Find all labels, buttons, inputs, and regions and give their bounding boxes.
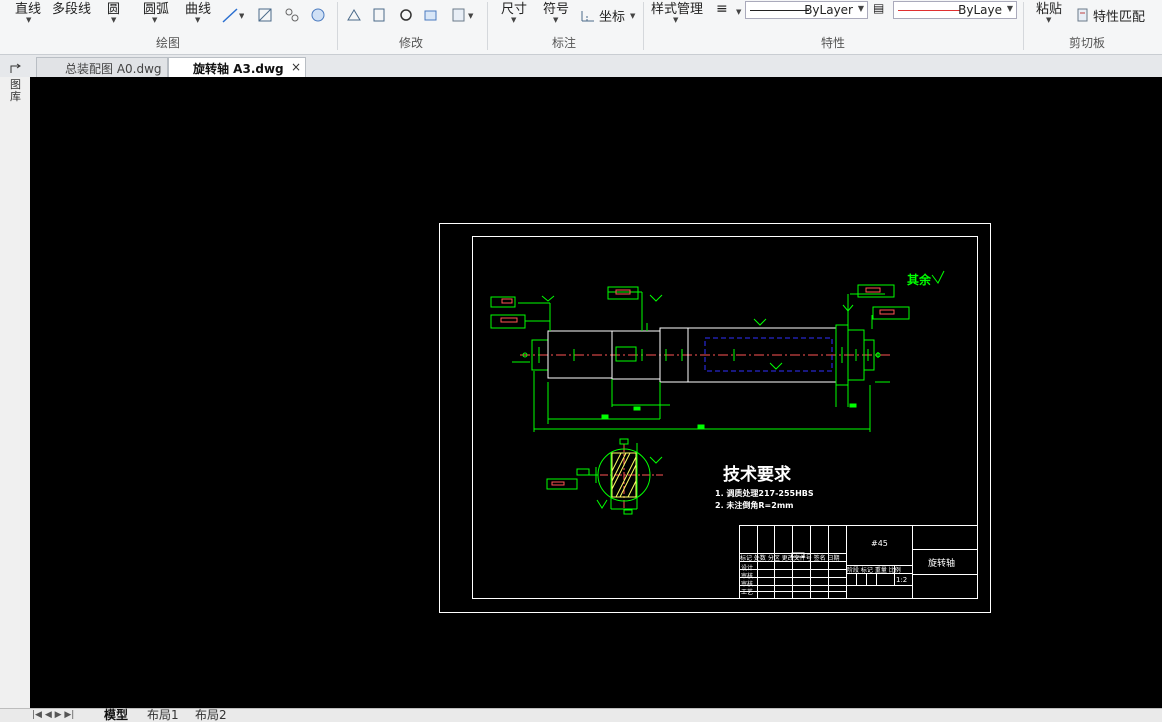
tab-layout2[interactable]: 布局2 bbox=[195, 709, 227, 722]
color-value: ByLaye bbox=[958, 3, 1002, 17]
roughness-symbol bbox=[541, 295, 555, 302]
library-panel-button[interactable]: 图库 bbox=[10, 79, 22, 103]
left-palette-strip: 图库 bbox=[0, 63, 30, 708]
svg-text:▼: ▼ bbox=[239, 12, 244, 20]
tab-label: 总装配图 A0.dwg bbox=[65, 62, 162, 76]
curve-button[interactable]: 曲线 bbox=[185, 0, 211, 17]
chevron-down-icon[interactable]: ▼ bbox=[111, 16, 116, 24]
technical-requirements-title: 技术要求 bbox=[723, 465, 791, 485]
roughness-symbol bbox=[931, 270, 945, 284]
tab-assembly-drawing[interactable]: 总装配图 A0.dwg bbox=[36, 57, 168, 77]
clipboard-group-label: 剪切板 bbox=[1069, 36, 1106, 50]
separator bbox=[487, 2, 488, 50]
chevron-down-icon: ▼ bbox=[857, 4, 864, 13]
svg-text:▼: ▼ bbox=[468, 12, 474, 20]
layer-list-icon[interactable]: ▤ bbox=[873, 1, 884, 15]
document-tab-bar: 总装配图 A0.dwg 旋转轴 A3.dwg × bbox=[0, 55, 1162, 78]
title-block-material: #45 bbox=[871, 539, 888, 548]
separator bbox=[643, 2, 644, 50]
offset-icon[interactable] bbox=[370, 6, 388, 24]
shaft-main-view bbox=[490, 284, 910, 432]
annotate-group-label: 标注 bbox=[552, 36, 577, 50]
color-select[interactable]: ByLaye ▼ bbox=[893, 1, 1017, 19]
properties-group-label: 特性 bbox=[821, 36, 846, 50]
line-tool-icon[interactable]: ▼ bbox=[220, 6, 244, 26]
chevron-down-icon[interactable]: ▼ bbox=[26, 16, 31, 24]
title-block-part-name: 旋转轴 bbox=[928, 559, 956, 569]
tab-model[interactable]: 模型 bbox=[104, 709, 128, 722]
copy-icon[interactable] bbox=[422, 6, 440, 24]
title-block-row-headers: 标记 处数 分区 更改文件号 签名 日期 bbox=[740, 555, 840, 562]
ribbon: 直线 ▼ 多段线 圆 ▼ 圆弧 ▼ 曲线 ▼ ▼ 绘图 ▼ 修改 尺寸 ▼ 符号… bbox=[0, 0, 1162, 55]
line-button[interactable]: 直线 bbox=[15, 0, 41, 17]
technical-requirement-1: 1. 调质处理217-255HBS bbox=[715, 489, 814, 498]
region-icon[interactable] bbox=[309, 6, 327, 24]
linetype-select[interactable]: ByLayer ▼ bbox=[745, 1, 868, 19]
rotate-icon[interactable] bbox=[397, 6, 415, 24]
coordinate-button[interactable]: 坐标 bbox=[599, 6, 625, 25]
tab-label: 旋转轴 A3.dwg bbox=[193, 62, 284, 76]
circle-button[interactable]: 圆 bbox=[107, 0, 120, 17]
roughness-symbol bbox=[753, 318, 767, 326]
symbol-button[interactable]: 符号 bbox=[543, 0, 569, 17]
roughness-note: 其余 bbox=[907, 273, 932, 287]
match-properties-button[interactable]: 特性匹配 bbox=[1093, 6, 1145, 25]
technical-requirement-2: 2. 未注倒角R=2mm bbox=[715, 501, 794, 510]
chevron-down-icon[interactable]: ▼ bbox=[195, 16, 200, 24]
draw-group-label: 绘图 bbox=[156, 36, 181, 50]
roughness-symbol bbox=[649, 294, 663, 302]
chevron-down-icon[interactable]: ▼ bbox=[553, 16, 558, 24]
roughness-symbol bbox=[769, 362, 783, 370]
separator bbox=[337, 2, 338, 50]
chevron-down-icon[interactable]: ▼ bbox=[511, 16, 516, 24]
chevron-down-icon: ▼ bbox=[1006, 4, 1013, 13]
chevron-down-icon[interactable]: ▼ bbox=[736, 8, 741, 16]
separator bbox=[1023, 2, 1024, 50]
close-icon[interactable]: × bbox=[291, 60, 301, 74]
tab-rotating-shaft[interactable]: 旋转轴 A3.dwg × bbox=[168, 57, 306, 77]
mirror-icon[interactable] bbox=[345, 6, 363, 24]
cross-section-view bbox=[546, 438, 663, 515]
keyway bbox=[615, 346, 637, 362]
chevron-down-icon[interactable]: ▼ bbox=[152, 16, 157, 24]
tab-layout1[interactable]: 布局1 bbox=[147, 709, 179, 722]
match-properties-icon bbox=[1077, 8, 1088, 22]
drawing-svg bbox=[439, 223, 991, 613]
drawing-canvas[interactable]: 其余 技术要求 1. 调质处理217-255HBS 2. 未注倒角R=2mm #… bbox=[30, 77, 1162, 708]
title-block-stage-headers: 阶段 标记 重量 比例 bbox=[847, 567, 901, 574]
linetype-value: ByLayer bbox=[804, 3, 853, 17]
chevron-down-icon[interactable]: ▼ bbox=[1046, 16, 1051, 24]
boundary-icon[interactable] bbox=[283, 6, 301, 24]
chevron-down-icon[interactable]: ▼ bbox=[630, 12, 635, 20]
paste-button[interactable]: 粘贴 bbox=[1036, 0, 1062, 17]
title-block-scale: 1:2 bbox=[896, 576, 908, 584]
layout-tab-bar: |◀ ◀ ▶ ▶| 模型 布局1 布局2 bbox=[0, 708, 1162, 722]
style-manager-button[interactable]: 样式管理 bbox=[651, 0, 703, 17]
arc-button[interactable]: 圆弧 bbox=[143, 0, 169, 17]
modify-group-label: 修改 bbox=[399, 36, 424, 50]
lineweight-icon[interactable]: ≡ bbox=[716, 1, 728, 17]
title-block-role: 工艺 bbox=[741, 589, 754, 596]
polyline-button[interactable]: 多段线 bbox=[52, 0, 91, 17]
dimension-button[interactable]: 尺寸 bbox=[501, 0, 527, 17]
chevron-down-icon[interactable]: ▼ bbox=[673, 16, 678, 24]
layout-nav-arrows[interactable]: |◀ ◀ ▶ ▶| bbox=[32, 709, 74, 722]
hatch-icon[interactable] bbox=[256, 6, 274, 24]
coordinate-icon bbox=[581, 11, 594, 22]
palette-toggle-icon[interactable] bbox=[9, 63, 23, 75]
edit-tool-icon[interactable]: ▼ bbox=[450, 6, 476, 24]
